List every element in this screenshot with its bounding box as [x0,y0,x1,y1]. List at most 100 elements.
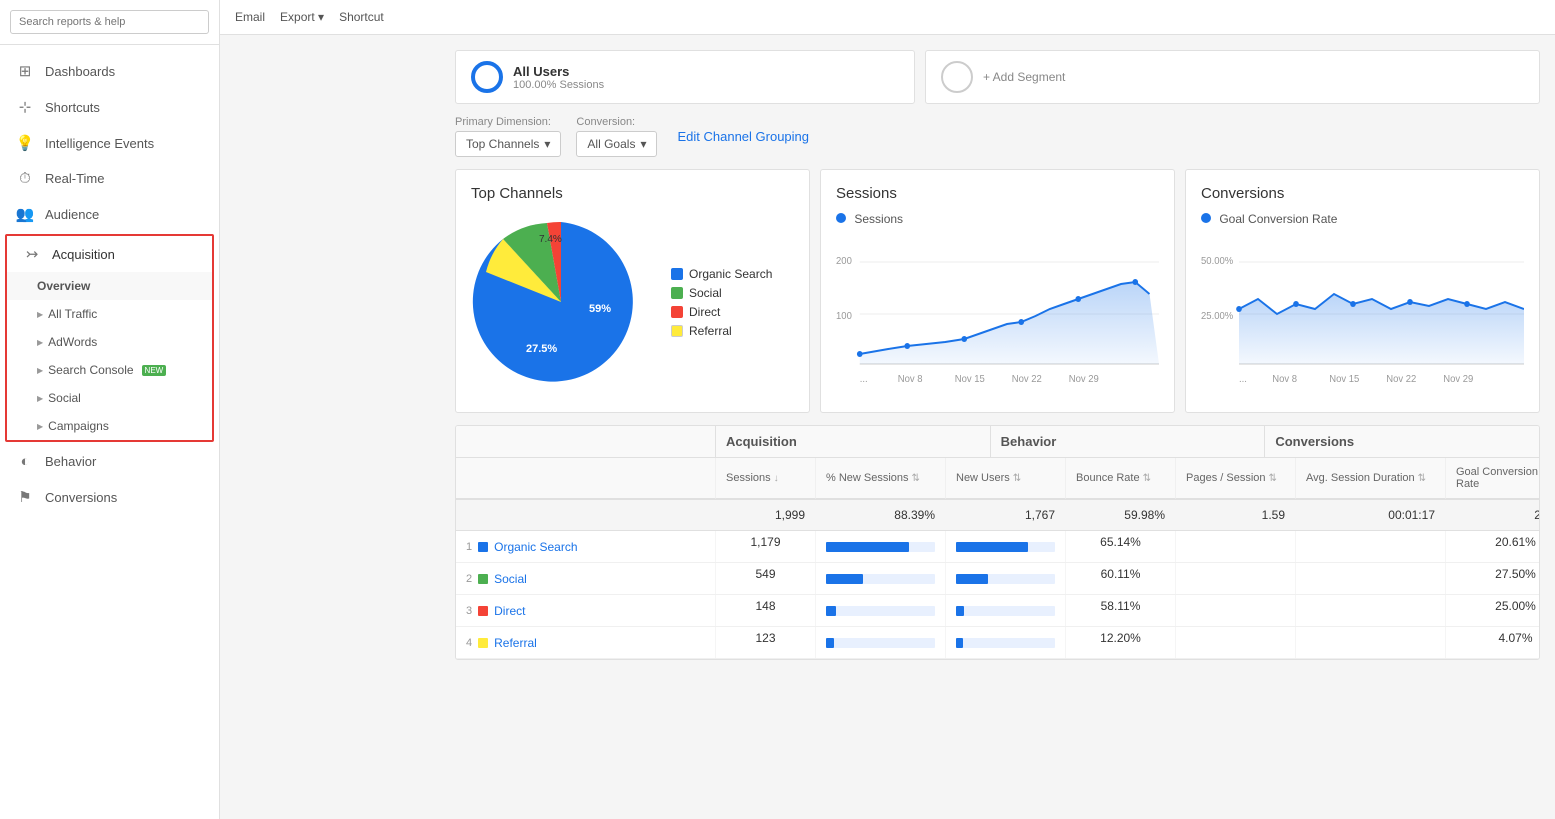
sidebar-item-dashboards[interactable]: ⊞ Dashboards [0,53,219,89]
referral-label: Referral [689,324,732,338]
triangle-icon: ▶ [37,366,43,375]
channel-link[interactable]: Organic Search [494,540,577,554]
conversions-section-header: Conversions [1265,426,1539,457]
svg-text:Nov 8: Nov 8 [898,374,923,385]
sidebar-sub-overview[interactable]: Overview [7,272,212,300]
sidebar-item-conversions[interactable]: ⚑ Conversions [0,479,219,515]
sidebar-sub-social[interactable]: ▶ Social [7,384,212,412]
add-segment-label: + Add Segment [983,70,1065,84]
conversion-label: Conversion: [576,116,657,128]
sidebar-sub-campaigns[interactable]: ▶ Campaigns [7,412,212,440]
col-avg-duration[interactable]: Avg. Session Duration ⇅ [1296,458,1446,499]
search-box[interactable] [0,0,219,45]
sort-icon: ⇅ [1418,473,1426,484]
sessions-title: Sessions [836,185,1159,202]
channel-cell[interactable]: 4Referral [456,627,716,658]
sidebar-item-label: Conversions [45,490,117,505]
pages-cell [1176,563,1296,594]
sidebar: ⊞ Dashboards ⊹ Shortcuts 💡 Intelligence … [0,0,220,819]
all-goals-dropdown[interactable]: All Goals ▾ [576,131,657,157]
col-duration-label: Avg. Session Duration [1306,472,1415,484]
segment-bar: All Users 100.00% Sessions + Add Segment [455,50,1540,104]
top-channels-dropdown[interactable]: Top Channels ▾ [455,131,561,157]
bounce-cell: 12.20% [1066,627,1176,658]
new-users-cell [946,595,1066,626]
svg-text:59%: 59% [589,303,611,315]
audience-icon: 👥 [15,205,35,223]
col-bounce-rate[interactable]: Bounce Rate ⇅ [1066,458,1176,499]
svg-text:100: 100 [836,311,852,322]
sidebar-item-label: Real-Time [45,171,104,186]
goal-conv-cell: 27.50% [1446,563,1540,594]
sort-icon: ⇅ [1269,473,1277,484]
col-pct-new[interactable]: % New Sessions ⇅ [816,458,946,499]
sidebar-item-intelligence-events[interactable]: 💡 Intelligence Events [0,125,219,161]
add-segment-box[interactable]: + Add Segment [925,50,1540,104]
export-link[interactable]: Export ▾ [280,10,324,24]
channel-link[interactable]: Direct [494,604,525,618]
all-users-segment[interactable]: All Users 100.00% Sessions [455,50,915,104]
sidebar-item-behavior[interactable]: ◐ Behavior [0,444,219,479]
table-rows: 1Organic Search1,17965.14%20.61%2Social 5… [456,531,1539,659]
goal-conv-cell: 25.00% [1446,595,1540,626]
controls-bar: Primary Dimension: Top Channels ▾ Conver… [455,116,1540,157]
edit-channel-grouping-link[interactable]: Edit Channel Grouping [677,129,809,144]
sidebar-item-audience[interactable]: 👥 Audience [0,196,219,232]
dropdown-arrow: ▾ [640,137,646,151]
shortcuts-icon: ⊹ [15,98,35,116]
sidebar-item-acquisition[interactable]: ↣ Acquisition [7,236,212,272]
col-pages[interactable]: Pages / Session ⇅ [1176,458,1296,499]
sidebar-item-real-time[interactable]: ⏱ Real-Time [0,161,219,196]
realtime-icon: ⏱ [15,170,35,187]
svg-text:Nov 22: Nov 22 [1386,374,1416,385]
search-console-label: Search Console [48,363,133,377]
channel-cell[interactable]: 1Organic Search [456,531,716,562]
channel-cell[interactable]: 2Social [456,563,716,594]
col-new-users[interactable]: New Users ⇅ [946,458,1066,499]
direct-label: Direct [689,305,720,319]
triangle-icon: ▶ [37,338,43,347]
sidebar-sub-adwords[interactable]: ▶ AdWords [7,328,212,356]
channel-link[interactable]: Referral [494,636,537,650]
channel-cell[interactable]: 3Direct [456,595,716,626]
new-users-cell [946,627,1066,658]
col-pages-label: Pages / Session [1186,472,1266,484]
col-goal-conv[interactable]: Goal Conversion Rate ⇅ [1446,458,1540,499]
email-link[interactable]: Email [235,10,265,24]
triangle-icon: ▶ [37,422,43,431]
total-duration: 00:01:17 [1296,500,1446,530]
sidebar-sub-all-traffic[interactable]: ▶ All Traffic [7,300,212,328]
total-bounce: 59.98% [1066,500,1176,530]
pages-cell [1176,531,1296,562]
triangle-icon: ▶ [37,310,43,319]
bounce-cell: 58.11% [1066,595,1176,626]
top-channels-label: Top Channels [466,137,539,151]
svg-text:...: ... [1239,374,1247,385]
shortcut-link[interactable]: Shortcut [339,10,384,24]
col-sessions[interactable]: Sessions ↓ [716,458,816,499]
legend-organic-search: Organic Search [671,267,772,281]
organic-search-dot [671,268,683,280]
table-row: 1Organic Search1,17965.14%20.61% [456,531,1539,563]
sidebar-sub-search-console[interactable]: ▶ Search Console NEW [7,356,212,384]
pie-chart-svg: 59% 27.5% 7.4% [471,212,651,392]
channel-link[interactable]: Social [494,572,527,586]
goal-conv-cell: 4.07% [1446,627,1540,658]
sessions-metric: Sessions [836,212,1159,226]
overview-label: Overview [37,279,90,293]
sidebar-item-label: Dashboards [45,64,115,79]
new-badge: NEW [142,365,167,376]
conversions-panel: Conversions Goal Conversion Rate 50.00% … [1185,169,1540,413]
duration-cell [1296,595,1446,626]
dashboards-icon: ⊞ [15,62,35,80]
sessions-metric-label: Sessions [854,212,903,226]
duration-cell [1296,563,1446,594]
intelligence-icon: 💡 [15,134,35,152]
sidebar-item-shortcuts[interactable]: ⊹ Shortcuts [0,89,219,125]
total-goal-conv: 21.81% [1446,500,1540,530]
search-input[interactable] [10,10,209,34]
segment-info: All Users 100.00% Sessions [513,64,604,91]
sort-icon: ⇅ [912,473,920,484]
dropdown-arrow: ▾ [544,137,550,151]
duration-cell [1296,531,1446,562]
